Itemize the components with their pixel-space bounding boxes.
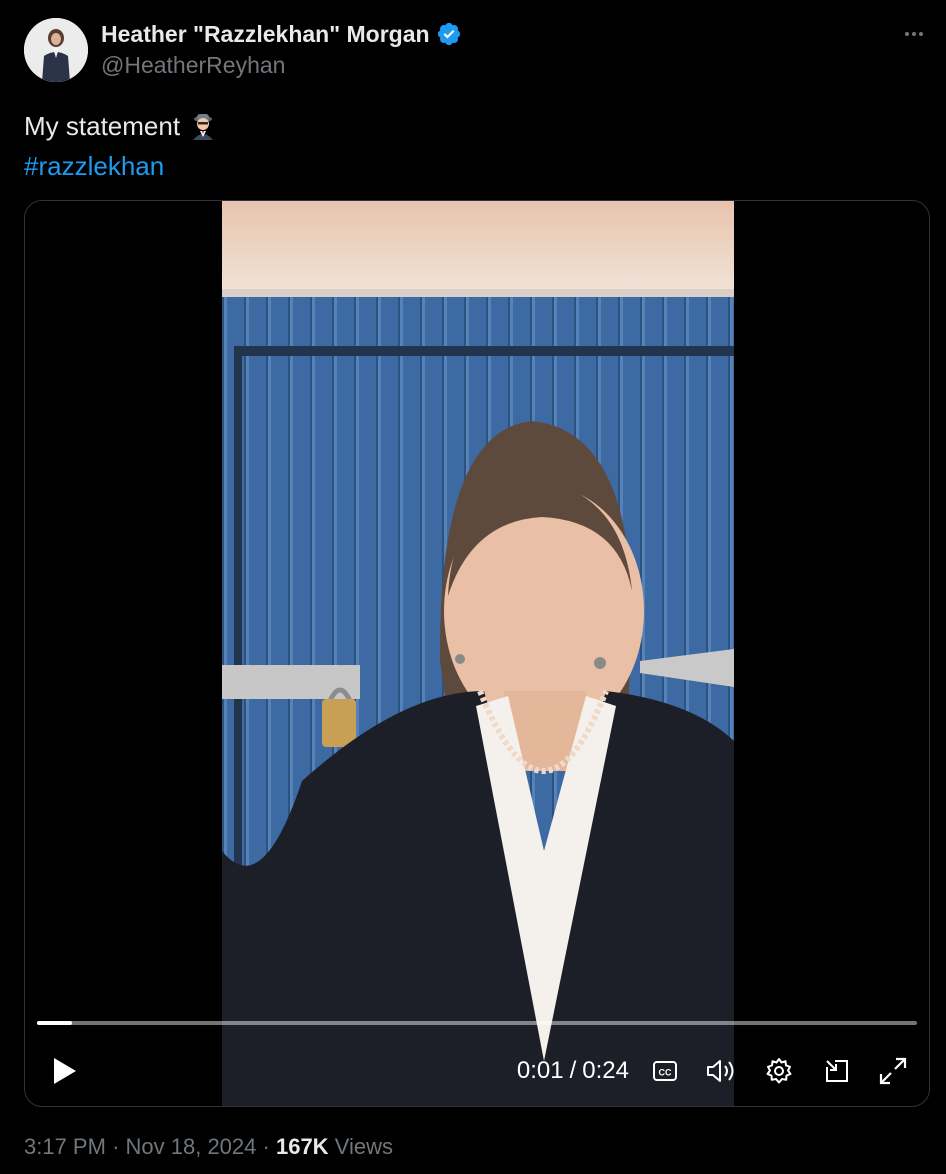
settings-icon[interactable] [761,1047,797,1095]
tweet-body: My statement [24,111,181,141]
svg-text:CC: CC [659,1068,672,1078]
video-controls: 0:01 / 0:24 CC [25,1047,929,1095]
tweet-time[interactable]: 3:17 PM [24,1134,106,1159]
video-player[interactable]: 0:01 / 0:24 CC [24,200,930,1107]
author-name-row[interactable]: Heather "Razzlekhan" Morgan [101,20,462,48]
pip-icon[interactable] [819,1047,855,1095]
video-progress-bar[interactable] [37,1021,917,1025]
meta-dot: · [262,1134,270,1159]
tweet-date[interactable]: Nov 18, 2024 [126,1134,257,1159]
captions-icon[interactable]: CC [649,1047,681,1095]
fullscreen-icon[interactable] [875,1047,911,1095]
more-options-icon[interactable] [900,22,928,46]
video-time-separator: / [569,1057,577,1084]
views-count: 167K [275,1134,329,1159]
video-time: 0:01 / 0:24 [517,1047,629,1095]
views-label: Views [334,1134,393,1159]
video-current-time: 0:01 [516,1057,564,1084]
video-duration: 0:24 [582,1057,629,1084]
meta-dot: · [112,1134,120,1159]
author-handle[interactable]: @HeatherReyhan [101,52,285,79]
woman-detective-emoji [193,114,214,140]
tweet-meta: 3:17 PM · Nov 18, 2024 · 167K Views [24,1134,393,1160]
volume-icon[interactable] [703,1047,739,1095]
tweet: Heather "Razzlekhan" Morgan @HeatherReyh… [0,0,946,1174]
avatar[interactable] [24,18,88,82]
video-progress-fill [37,1021,73,1025]
video-frame[interactable] [222,201,734,1106]
play-icon[interactable] [47,1047,83,1095]
author-display-name[interactable]: Heather "Razzlekhan" Morgan [101,21,430,48]
hashtag-link[interactable]: #razzlekhan [24,146,218,186]
verified-badge-icon [437,22,460,46]
tweet-text: My statement #razzlekhan [24,106,218,186]
